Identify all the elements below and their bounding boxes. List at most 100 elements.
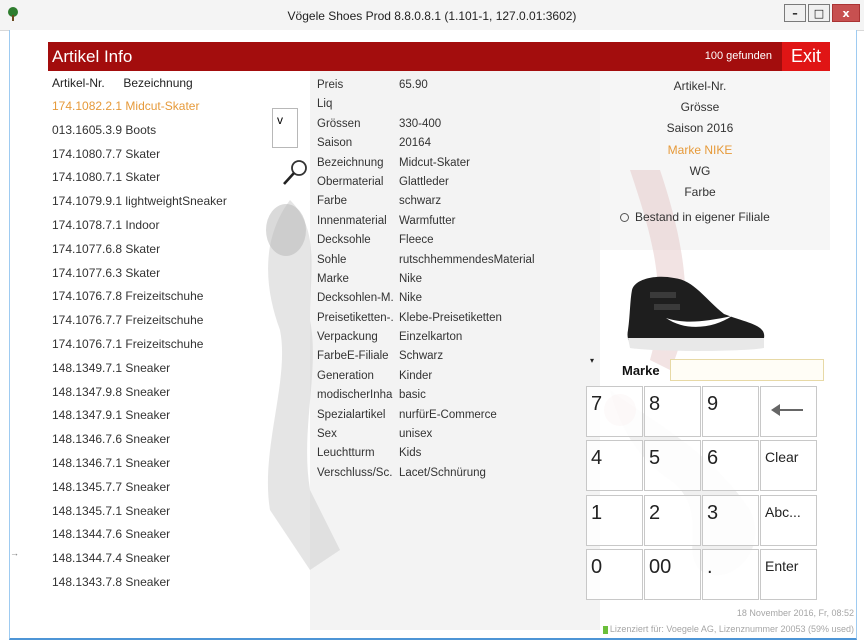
key-8[interactable]: 8 xyxy=(644,386,701,437)
property-value: Kinder xyxy=(399,369,433,382)
license-text: Lizenziert für: Voegele AG, Lizenznummer… xyxy=(609,624,854,634)
property-key: Generation xyxy=(317,369,374,382)
property-key: Grössen xyxy=(317,117,361,130)
list-item[interactable]: 174.1080.7.7 Skater xyxy=(48,142,274,166)
article-name: Freizeitschuhe xyxy=(125,289,204,304)
list-item[interactable]: 174.1078.7.1 Indoor xyxy=(48,213,274,237)
property-row: Preis 65.90 xyxy=(317,76,602,95)
filter-item[interactable]: Saison 2016 xyxy=(614,118,786,139)
list-item[interactable]: 174.1076.7.7 Freizeitschuhe xyxy=(48,308,274,332)
key-4[interactable]: 4 xyxy=(586,440,643,491)
list-item[interactable]: 148.1343.7.8 Sneaker xyxy=(48,570,274,594)
article-name: Indoor xyxy=(125,217,160,232)
property-row: Decksohlen-M. Nike xyxy=(317,289,602,308)
list-item[interactable]: 148.1349.7.1 Sneaker xyxy=(48,356,274,380)
property-value: Schwarz xyxy=(399,350,444,363)
column-header-bezeichnung: Bezeichnung xyxy=(123,76,193,90)
key-7[interactable]: 7 xyxy=(586,386,643,437)
list-item[interactable]: 148.1345.7.7 Sneaker xyxy=(48,475,274,499)
list-item[interactable]: 013.1605.3.9 Boots xyxy=(48,118,274,142)
property-row: Sohle rutschhemmendesMaterial xyxy=(317,251,602,270)
list-item[interactable]: 174.1077.6.8 Skater xyxy=(48,237,274,261)
key-0[interactable]: 0 xyxy=(586,549,643,600)
key-00[interactable]: 00 xyxy=(644,549,701,600)
property-key: Spezialartikel xyxy=(317,408,386,421)
property-key: Farbe xyxy=(317,195,348,208)
property-list: Preis 65.90 Liq Grössen 330-400 Saison 20164 Be… xyxy=(317,76,602,483)
filter-item[interactable]: WG xyxy=(614,161,786,182)
minimize-button[interactable]: – xyxy=(784,4,806,22)
article-number: 174.1076.7.1 xyxy=(52,336,123,351)
property-key: Preis xyxy=(317,79,344,91)
maximize-button[interactable]: □ xyxy=(808,4,830,22)
list-item[interactable]: 148.1344.7.4 Sneaker xyxy=(48,546,274,570)
property-row: FarbeE-Filiale Schwarz xyxy=(317,347,602,366)
property-row: Farbe schwarz xyxy=(317,192,602,211)
close-button[interactable]: x xyxy=(832,4,860,22)
property-row: Marke Nike xyxy=(317,270,602,289)
article-number: 148.1347.9.1 xyxy=(52,408,123,423)
key-6[interactable]: 6 xyxy=(702,440,759,491)
side-arrow-icon: → xyxy=(10,548,19,558)
property-row: Innenmaterial Warmfutter xyxy=(317,212,602,231)
property-value: Nike xyxy=(399,272,423,285)
article-name: Skater xyxy=(125,146,161,161)
key-5[interactable]: 5 xyxy=(644,440,701,491)
title-bar: Vögele Shoes Prod 8.8.0.8.1 (1.101-1, 12… xyxy=(0,0,864,31)
list-item[interactable]: 174.1080.7.1 Skater xyxy=(48,165,274,189)
list-item[interactable]: 174.1077.6.3 Skater xyxy=(48,261,274,285)
list-item[interactable]: 148.1345.7.1 Sneaker xyxy=(48,499,274,523)
clear-key[interactable]: Clear xyxy=(760,440,817,491)
property-row: Verschluss/Sc. Lacet/Schnürung xyxy=(317,464,602,483)
filter-item[interactable]: Artikel-Nr. xyxy=(614,76,786,97)
key-1[interactable]: 1 xyxy=(586,495,643,546)
list-item[interactable]: 148.1344.7.6 Sneaker xyxy=(48,522,274,546)
list-item[interactable]: 174.1076.7.8 Freizeitschuhe xyxy=(48,284,274,308)
list-item[interactable]: 174.1082.2.1 Midcut-Skater xyxy=(48,94,274,118)
article-number: 148.1349.7.1 xyxy=(52,360,123,375)
filter-panel: Artikel-Nr. Grösse Saison 2016 Marke NIKE WG… xyxy=(614,76,786,203)
filter-item[interactable]: Grösse xyxy=(614,97,786,118)
property-value: Warmfutter xyxy=(399,214,456,227)
list-item[interactable]: 148.1347.9.1 Sneaker xyxy=(48,403,274,427)
marke-input[interactable] xyxy=(670,359,824,381)
enter-key[interactable]: Enter xyxy=(760,549,817,600)
bestand-label: Bestand in eigener Filiale xyxy=(635,210,770,224)
list-item[interactable]: 174.1079.9.1 lightweightSneaker xyxy=(48,189,274,213)
article-number: 148.1344.7.4 xyxy=(52,551,123,566)
article-number: 148.1346.7.6 xyxy=(52,432,123,447)
article-name: Sneaker xyxy=(125,527,171,542)
property-value: Nike xyxy=(399,292,423,305)
property-value: 330-400 xyxy=(399,117,442,130)
key-3[interactable]: 3 xyxy=(702,495,759,546)
bestand-option[interactable]: Bestand in eigener Filiale xyxy=(620,210,770,224)
backspace-key[interactable] xyxy=(760,386,817,437)
abc-key[interactable]: Abc... xyxy=(760,495,817,546)
property-key: Verschluss/Sc. xyxy=(317,466,393,479)
article-number: 148.1345.7.7 xyxy=(52,479,123,494)
property-key: Preisetiketten-. xyxy=(317,311,394,324)
filter-item[interactable]: Farbe xyxy=(614,182,786,203)
v-button[interactable]: v xyxy=(272,108,298,148)
small-arrow-icon: ▾ xyxy=(590,356,595,365)
filter-item[interactable]: Marke NIKE xyxy=(614,140,786,161)
radio-icon[interactable] xyxy=(620,212,629,222)
article-number: 174.1078.7.1 xyxy=(52,217,123,232)
list-item[interactable]: 148.1347.9.8 Sneaker xyxy=(48,380,274,404)
key-dot[interactable]: . xyxy=(702,549,759,600)
window-title: Vögele Shoes Prod 8.8.0.8.1 (1.101-1, 12… xyxy=(287,9,577,23)
property-key: Liq xyxy=(317,98,333,111)
property-value: Kids xyxy=(399,447,422,460)
property-key: Sex xyxy=(317,428,337,441)
list-item[interactable]: 148.1346.7.6 Sneaker xyxy=(48,427,274,451)
list-item[interactable]: 174.1076.7.1 Freizeitschuhe xyxy=(48,332,274,356)
article-number: 148.1343.7.8 xyxy=(52,574,123,589)
key-2[interactable]: 2 xyxy=(644,495,701,546)
article-name: Skater xyxy=(125,170,161,185)
key-9[interactable]: 9 xyxy=(702,386,759,437)
list-item[interactable]: 148.1346.7.1 Sneaker xyxy=(48,451,274,475)
exit-button[interactable]: Exit xyxy=(782,42,830,71)
magnifier-icon[interactable] xyxy=(280,158,310,188)
property-row: Spezialartikel nurfürE-Commerce xyxy=(317,406,602,425)
article-number: 174.1080.7.1 xyxy=(52,170,123,185)
